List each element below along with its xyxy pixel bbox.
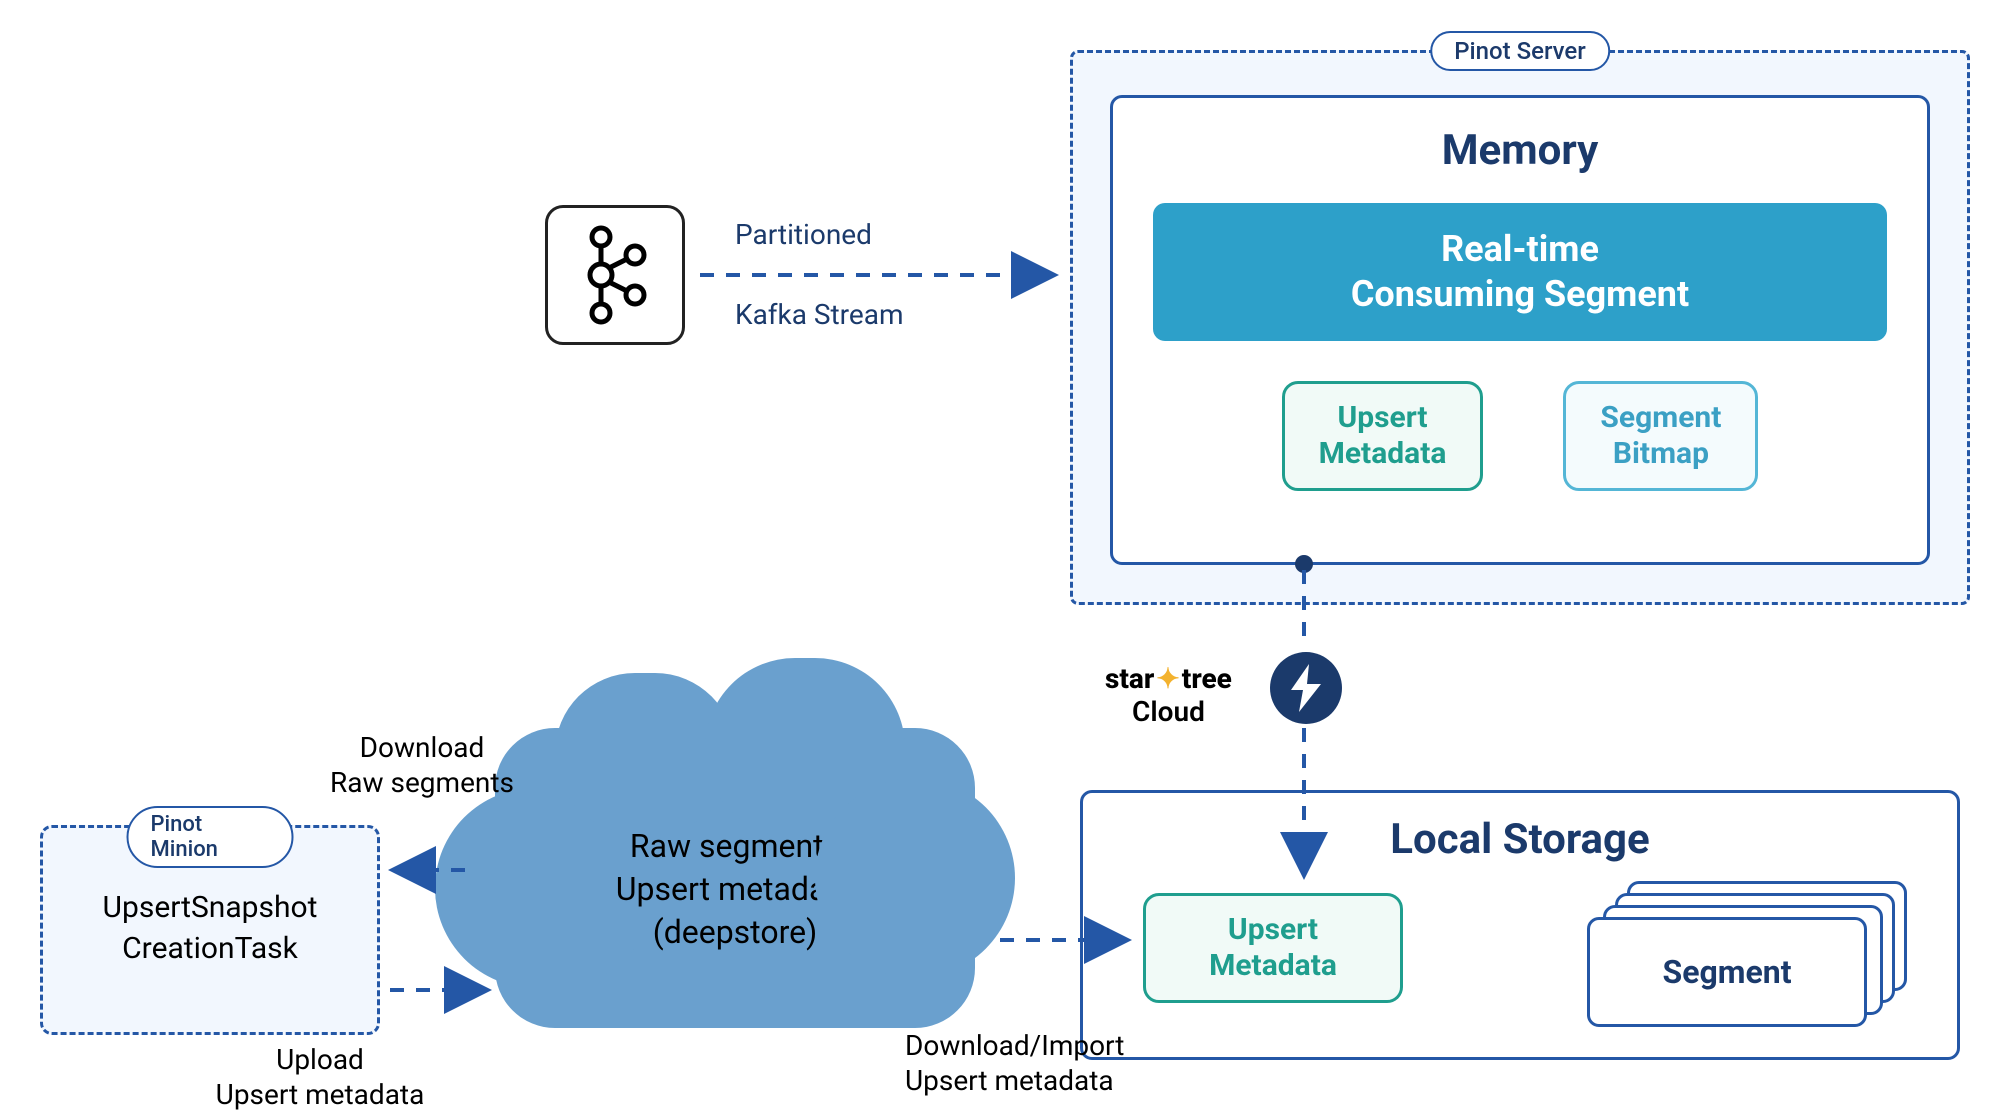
kafka-bottom-label: Kafka Stream bbox=[735, 298, 904, 331]
deepstore-cloud: Raw segments Upsert metadata (deepstore) bbox=[495, 728, 975, 1028]
startree-cloud-text: Cloud bbox=[1132, 697, 1205, 728]
upload-line2: Upsert metadata bbox=[170, 1077, 470, 1112]
startree-tree-text: tree bbox=[1182, 662, 1232, 695]
upsert-metadata-memory: Upsert Metadata bbox=[1282, 381, 1484, 491]
segbitmap-line2: Bitmap bbox=[1600, 436, 1721, 472]
realtime-consuming-segment: Real-time Consuming Segment bbox=[1153, 203, 1887, 341]
startree-brand: star✦tree Cloud bbox=[1105, 664, 1232, 728]
upsert-local-line1: Upsert bbox=[1180, 912, 1366, 948]
realtime-line1: Real-time bbox=[1173, 227, 1867, 272]
pinot-minion-label: Pinot Minion bbox=[127, 806, 294, 868]
segment-bitmap: Segment Bitmap bbox=[1563, 381, 1758, 491]
connector-dot bbox=[1295, 555, 1313, 573]
segment-card-front: Segment bbox=[1587, 917, 1867, 1027]
startree-star-text: star bbox=[1105, 662, 1154, 695]
upsert-metadata-local: Upsert Metadata bbox=[1143, 893, 1403, 1003]
deepstore-text: Raw segments Upsert metadata (deepstore) bbox=[616, 825, 854, 955]
startree-wordmark: star✦tree bbox=[1105, 664, 1232, 695]
realtime-line2: Consuming Segment bbox=[1173, 272, 1867, 317]
download-import-label: Download/Import Upsert metadata bbox=[905, 1028, 1124, 1098]
deepstore-line2: Upsert metadata bbox=[616, 868, 854, 911]
download-line2: Raw segments bbox=[292, 765, 552, 800]
kafka-icon bbox=[581, 225, 649, 325]
kafka-icon-box bbox=[545, 205, 685, 345]
minion-task-name: UpsertSnapshot CreationTask bbox=[43, 888, 377, 969]
download-line1: Download bbox=[292, 730, 552, 765]
dlimport-line2: Upsert metadata bbox=[905, 1063, 1124, 1098]
upsert-line1: Upsert bbox=[1319, 400, 1447, 436]
minion-line1: UpsertSnapshot bbox=[43, 888, 377, 929]
kafka-top-label: Partitioned bbox=[735, 218, 872, 251]
pinot-server-label: Pinot Server bbox=[1430, 31, 1610, 71]
minion-line2: CreationTask bbox=[43, 929, 377, 970]
upload-upsert-metadata-label: Upload Upsert metadata bbox=[170, 1042, 470, 1112]
local-storage-title: Local Storage bbox=[1083, 815, 1957, 864]
download-raw-segments-label: Download Raw segments bbox=[292, 730, 552, 800]
upsert-local-line2: Metadata bbox=[1180, 948, 1366, 984]
segment-label: Segment bbox=[1662, 953, 1791, 991]
memory-title: Memory bbox=[1153, 126, 1887, 175]
startree-bolt-badge bbox=[1270, 652, 1342, 724]
dlimport-line1: Download/Import bbox=[905, 1028, 1124, 1063]
upsert-line2: Metadata bbox=[1319, 436, 1447, 472]
deepstore-line1: Raw segments bbox=[616, 825, 854, 868]
diagram-canvas: Pinot Server Memory Real-time Consuming … bbox=[0, 0, 1999, 1116]
segbitmap-line1: Segment bbox=[1600, 400, 1721, 436]
memory-box: Memory Real-time Consuming Segment Upser… bbox=[1110, 95, 1930, 565]
pinot-minion-box: Pinot Minion UpsertSnapshot CreationTask bbox=[40, 825, 380, 1035]
local-storage-box: Local Storage Upsert Metadata Segment bbox=[1080, 790, 1960, 1060]
cloud-bump bbox=[705, 658, 905, 838]
deepstore-line3: (deepstore) bbox=[616, 912, 854, 955]
lightning-icon bbox=[1287, 664, 1325, 712]
upload-line1: Upload bbox=[170, 1042, 470, 1077]
memory-row: Upsert Metadata Segment Bitmap bbox=[1153, 381, 1887, 491]
startree-star-glyph: ✦ bbox=[1156, 662, 1179, 695]
segment-stack: Segment bbox=[1587, 881, 1907, 1031]
